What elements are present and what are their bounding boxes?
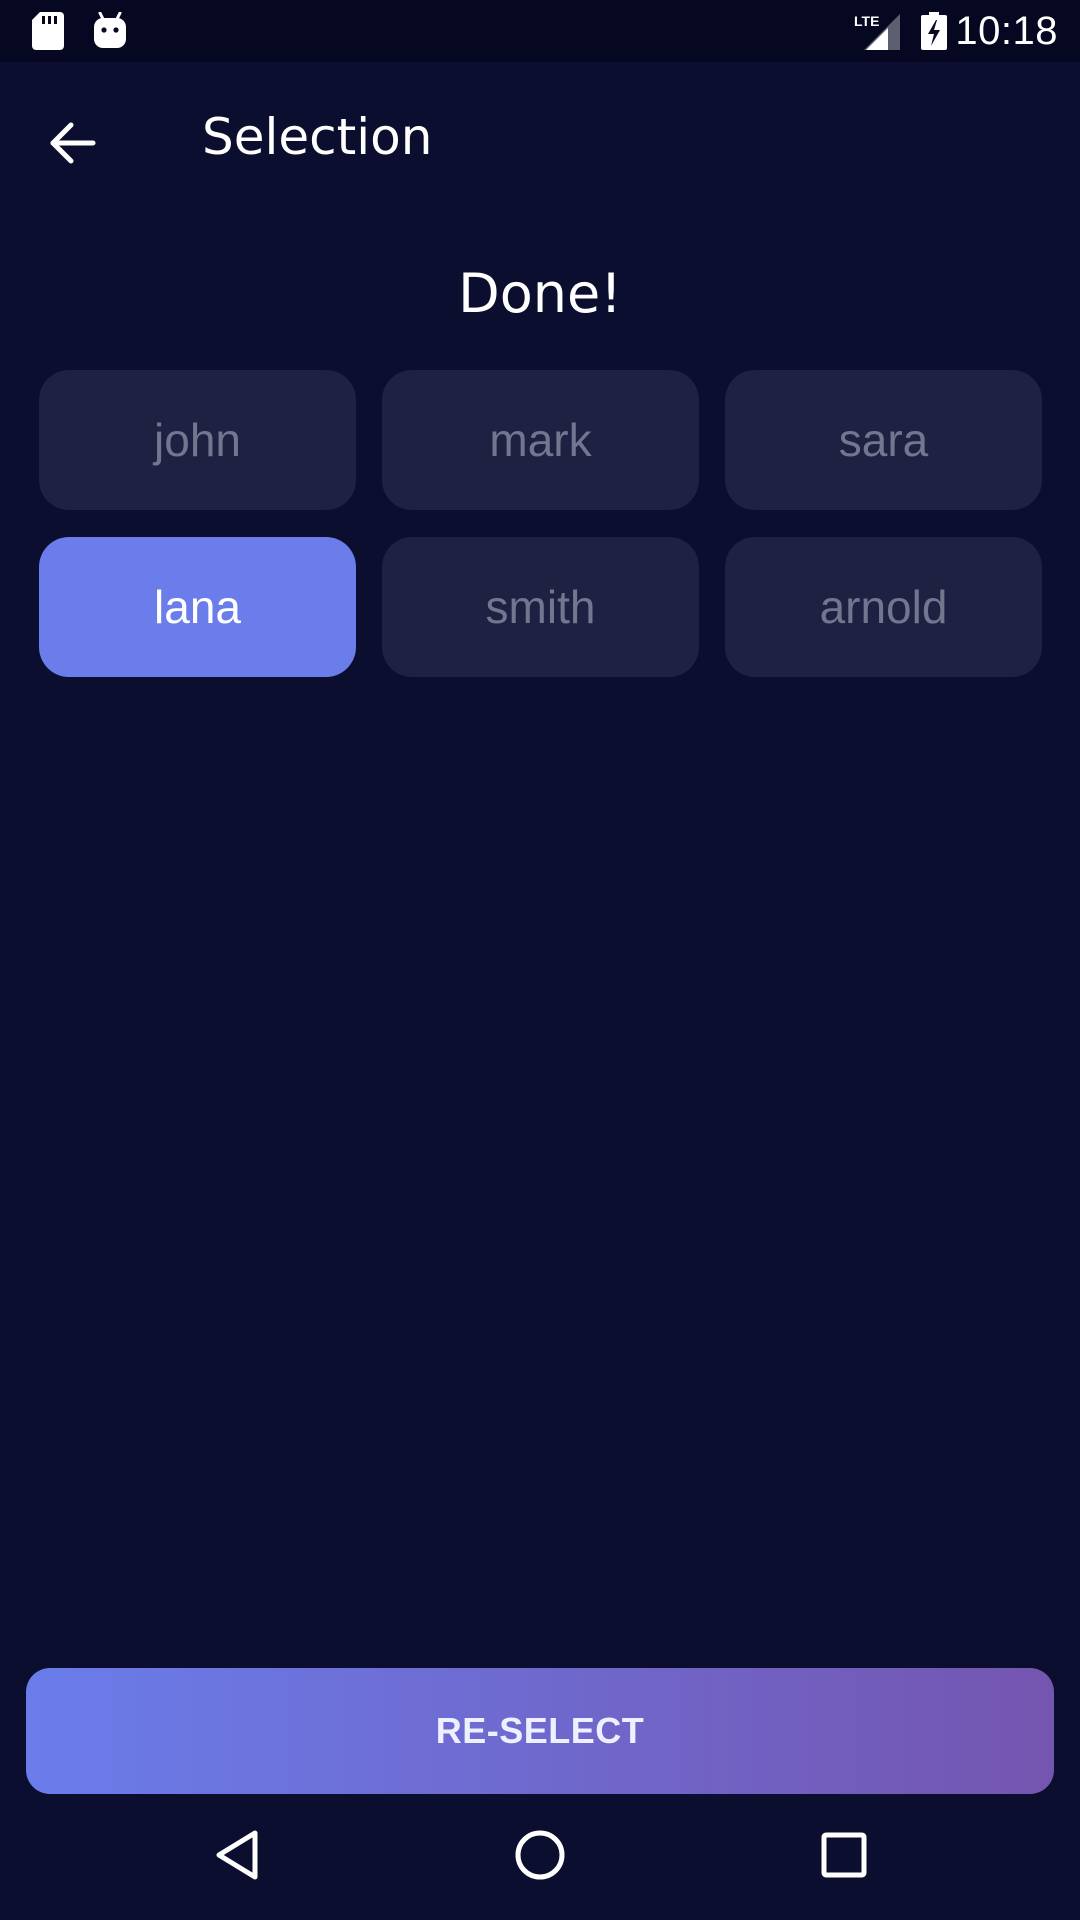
chip-mark[interactable]: mark xyxy=(382,370,699,510)
chip-arnold[interactable]: arnold xyxy=(725,537,1042,677)
chip-john[interactable]: john xyxy=(39,370,356,510)
android-icon xyxy=(93,11,127,53)
completion-heading: Done! xyxy=(458,262,622,325)
network-label: LTE xyxy=(854,13,879,29)
chip-smith[interactable]: smith xyxy=(382,537,699,677)
app-bar: Selection xyxy=(0,62,1080,210)
back-button[interactable] xyxy=(30,102,116,188)
circle-home-icon xyxy=(514,1829,566,1886)
chip-grid: john mark sara lana smith arnold xyxy=(39,370,1042,677)
chip-lana[interactable]: lana xyxy=(39,537,356,677)
chip-sara[interactable]: sara xyxy=(725,370,1042,510)
sd-card-icon xyxy=(32,12,64,55)
nav-home-button[interactable] xyxy=(503,1820,577,1894)
reselect-button[interactable]: RE-SELECT xyxy=(26,1668,1054,1794)
triangle-back-icon xyxy=(214,1829,260,1886)
chip-label: arnold xyxy=(819,581,948,633)
chip-label: smith xyxy=(485,581,596,633)
battery-charging-icon xyxy=(921,12,947,55)
page-title: Selection xyxy=(202,108,433,166)
screen: LTE 10:18 Selection Done! john mark sara… xyxy=(0,0,1080,1920)
status-clock: 10:18 xyxy=(955,9,1058,53)
square-recents-icon xyxy=(821,1832,867,1883)
chip-label: lana xyxy=(154,581,241,633)
chip-label: john xyxy=(154,414,241,466)
navigation-bar xyxy=(0,1794,1080,1920)
status-bar: LTE 10:18 xyxy=(0,0,1080,62)
lte-signal-icon: LTE xyxy=(852,12,902,55)
arrow-left-icon xyxy=(49,122,97,169)
chip-label: sara xyxy=(838,414,929,466)
nav-recents-button[interactable] xyxy=(807,1820,881,1894)
reselect-label: RE-SELECT xyxy=(435,1710,645,1751)
chip-label: mark xyxy=(489,414,592,466)
nav-back-button[interactable] xyxy=(200,1820,274,1894)
